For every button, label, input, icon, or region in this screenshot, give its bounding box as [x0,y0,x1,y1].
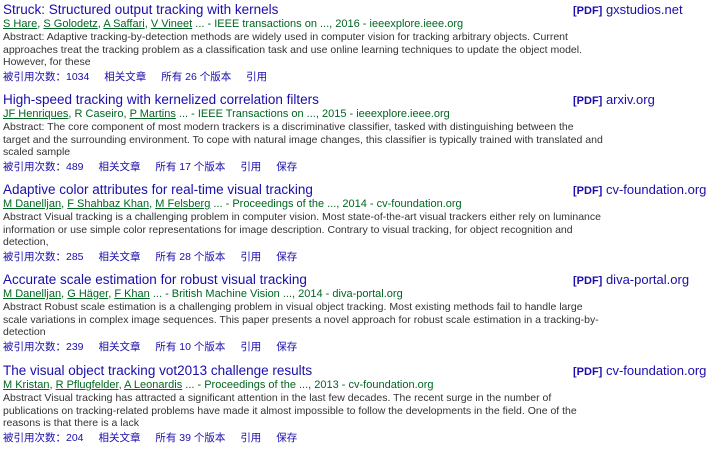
pdf-domain: gxstudios.net [605,2,683,17]
meta-source: ... - Proceedings of the ..., 2013 - cv-… [185,379,434,391]
pdf-link[interactable]: [PDF] diva-portal.org [573,271,689,290]
search-result: The visual object tracking vot2013 chall… [3,362,715,452]
result-actions: 被引用次数：1034 相关文章 所有 26 个版本 引用 [3,71,279,84]
all-versions-link[interactable]: 所有 28 个版本 [155,251,225,263]
author-link[interactable]: R Pflugfelder [56,379,119,391]
search-result: Accurate scale estimation for robust vis… [3,271,715,361]
result-meta: M Kristan, R Pflugfelder, A Leonardis ..… [3,379,434,391]
cite-link[interactable]: 引用 [240,341,261,353]
result-meta: M Danelljan, F Shahbaz Khan, M Felsberg … [3,198,462,210]
result-meta: M Danelljan, G Häger, F Khan ... - Briti… [3,288,403,300]
author-link[interactable]: S Golodetz [43,18,97,30]
author-link[interactable]: F Shahbaz Khan [67,198,149,210]
author-link[interactable]: M Danelljan [3,198,61,210]
result-abstract: Abstract: Adaptive tracking-by-detection… [3,31,583,68]
meta-source: ... - IEEE Transactions on ..., 2015 - i… [178,108,450,120]
result-abstract: Abstract Visual tracking is a challengin… [3,211,601,248]
result-title-link[interactable]: High-speed tracking with kernelized corr… [3,91,563,108]
save-link[interactable]: 保存 [276,341,297,353]
cite-link[interactable]: 引用 [240,161,261,173]
pdf-tag: [PDF] [573,275,603,287]
pdf-link[interactable]: [PDF] cv-foundation.org [573,362,706,381]
result-title-link[interactable]: Accurate scale estimation for robust vis… [3,271,563,288]
pdf-tag: [PDF] [573,185,603,197]
result-actions: 被引用次数：239 相关文章 所有 10 个版本 引用 保存 [3,341,309,354]
result-abstract: Abstract Robust scale estimation is a ch… [3,301,599,338]
author-link[interactable]: P Martins [130,108,176,120]
pdf-domain: cv-foundation.org [605,182,707,197]
cited-by-link[interactable]: 被引用次数：239 [3,341,84,353]
pdf-tag: [PDF] [573,366,603,378]
save-link[interactable]: 保存 [276,432,297,444]
author-link[interactable]: V Vineet [151,18,192,30]
result-title-link[interactable]: Struck: Structured output tracking with … [3,1,563,18]
author-link[interactable]: F Khan [114,288,149,300]
pdf-link[interactable]: [PDF] gxstudios.net [573,1,683,20]
all-versions-link[interactable]: 所有 17 个版本 [155,161,225,173]
all-versions-link[interactable]: 所有 10 个版本 [155,341,225,353]
pdf-tag: [PDF] [573,5,603,17]
save-link[interactable]: 保存 [276,161,297,173]
cite-link[interactable]: 引用 [246,71,267,83]
related-articles-link[interactable]: 相关文章 [98,432,140,444]
pdf-domain: diva-portal.org [605,272,690,287]
all-versions-link[interactable]: 所有 26 个版本 [161,71,231,83]
result-title-link[interactable]: The visual object tracking vot2013 chall… [3,362,563,379]
cited-by-link[interactable]: 被引用次数：1034 [3,71,89,83]
cited-by-link[interactable]: 被引用次数：489 [3,161,84,173]
cite-link[interactable]: 引用 [240,432,261,444]
author-link[interactable]: M Kristan [3,379,49,391]
search-result: Adaptive color attributes for real-time … [3,181,715,271]
author-link[interactable]: G Häger [67,288,108,300]
author-link[interactable]: JF Henriques [3,108,68,120]
related-articles-link[interactable]: 相关文章 [98,161,140,173]
related-articles-link[interactable]: 相关文章 [104,71,146,83]
result-actions: 被引用次数：489 相关文章 所有 17 个版本 引用 保存 [3,161,309,174]
author-link[interactable]: A Saffari [103,18,144,30]
all-versions-link[interactable]: 所有 39 个版本 [155,432,225,444]
search-result: High-speed tracking with kernelized corr… [3,91,715,181]
cited-by-link[interactable]: 被引用次数：285 [3,251,84,263]
meta-source: ... - Proceedings of the ..., 2014 - cv-… [213,198,462,210]
pdf-link[interactable]: [PDF] cv-foundation.org [573,181,706,200]
result-meta: JF Henriques, R Caseiro, P Martins ... -… [3,108,450,120]
author-link[interactable]: M Danelljan [3,288,61,300]
author-link[interactable]: A Leonardis [124,379,182,391]
pdf-domain: cv-foundation.org [605,363,707,378]
pdf-link[interactable]: [PDF] arxiv.org [573,91,655,110]
result-actions: 被引用次数：285 相关文章 所有 28 个版本 引用 保存 [3,251,309,264]
author-link[interactable]: M Felsberg [155,198,210,210]
pdf-tag: [PDF] [573,95,603,107]
result-actions: 被引用次数：204 相关文章 所有 39 个版本 引用 保存 [3,432,309,445]
meta-source: ... - IEEE transactions on ..., 2016 - i… [195,18,464,30]
search-result: Struck: Structured output tracking with … [3,1,715,91]
save-link[interactable]: 保存 [276,251,297,263]
pdf-domain: arxiv.org [605,92,655,107]
related-articles-link[interactable]: 相关文章 [98,251,140,263]
related-articles-link[interactable]: 相关文章 [98,341,140,353]
meta-source: ... - British Machine Vision ..., 2014 -… [152,288,403,300]
author-link[interactable]: S Hare [3,18,37,30]
result-abstract: Abstract Visual tracking has attracted a… [3,392,577,429]
result-title-link[interactable]: Adaptive color attributes for real-time … [3,181,563,198]
cited-by-link[interactable]: 被引用次数：204 [3,432,84,444]
result-abstract: Abstract: The core component of most mod… [3,121,603,158]
result-meta: S Hare, S Golodetz, A Saffari, V Vineet … [3,18,464,30]
author-name: R Caseiro [74,108,124,120]
cite-link[interactable]: 引用 [240,251,261,263]
